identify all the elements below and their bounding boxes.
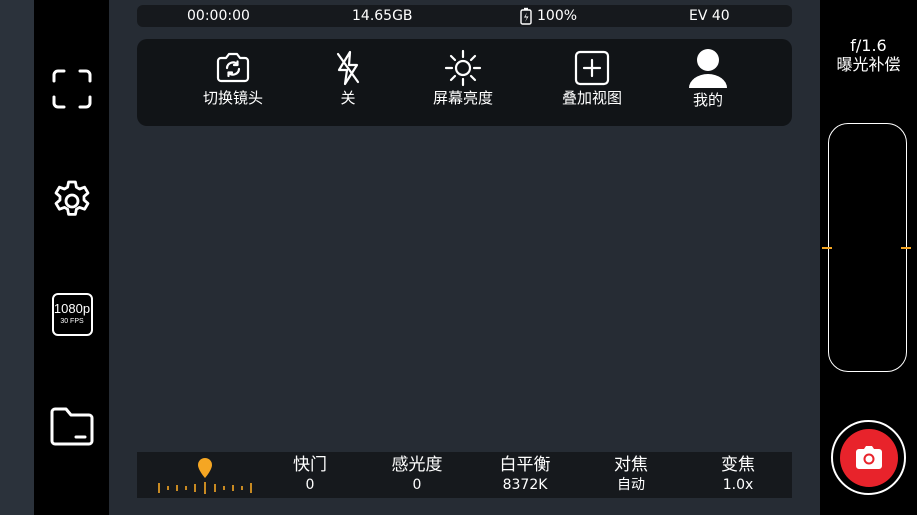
flash-off-icon: [336, 50, 360, 86]
aperture-block: f/1.6 曝光补偿: [820, 36, 917, 74]
zoom-value: 1.0x: [722, 477, 754, 493]
top-toolbar: 切换镜头 关 屏幕亮度 叠加视图 我的: [137, 39, 792, 126]
iso-label: 感光度: [391, 455, 443, 475]
shutter-speed-value: 0: [305, 477, 315, 493]
screen-brightness-button[interactable]: 屏幕亮度: [418, 47, 508, 117]
settings-button[interactable]: [46, 175, 98, 227]
brightness-icon: [444, 49, 482, 87]
resolution-button[interactable]: 1080p 30 FPS: [46, 288, 98, 340]
shutter-speed-label: 快门: [293, 455, 327, 475]
white-balance-control[interactable]: 白平衡 8372K: [480, 454, 570, 494]
zoom-label: 变焦: [721, 455, 755, 475]
white-balance-label: 白平衡: [499, 455, 551, 475]
frame-icon: [52, 69, 92, 109]
zoom-control[interactable]: 变焦 1.0x: [693, 454, 783, 494]
storage-remaining: 14.65GB: [352, 8, 413, 24]
fullscreen-button[interactable]: [46, 63, 98, 115]
shutter-speed-control[interactable]: 快门 0: [265, 454, 355, 494]
camera-icon: [855, 445, 882, 469]
resolution-text: 1080p: [53, 300, 91, 316]
overlay-view-button[interactable]: 叠加视图: [547, 47, 637, 117]
scale-ticks: [158, 482, 252, 494]
left-sidebar: 1080p 30 FPS: [34, 0, 109, 515]
flash-label: 关: [340, 89, 356, 107]
profile-label: 我的: [692, 91, 723, 109]
recording-timer: 00:00:00: [187, 8, 250, 24]
focus-label: 对焦: [614, 455, 648, 475]
gear-icon: [54, 180, 90, 216]
status-bar: 00:00:00 14.65GB 100% EV 40: [137, 5, 792, 27]
bottom-controls: 快门 0 感光度 0 白平衡 8372K 对焦 自动 变焦 1.0x: [137, 452, 792, 498]
battery-icon: [520, 7, 532, 25]
resolution-badge: 1080p 30 FPS: [51, 292, 93, 336]
iso-value: 0: [412, 477, 422, 493]
aperture-value: f/1.6: [850, 36, 887, 55]
plus-square-icon: [574, 50, 610, 86]
capture-button-core: [839, 428, 898, 487]
exposure-marker-right: [901, 247, 911, 249]
white-balance-value: 8372K: [502, 477, 548, 493]
capture-button[interactable]: [831, 420, 906, 495]
user-icon: [689, 49, 727, 88]
flash-button[interactable]: 关: [303, 47, 393, 117]
focus-value: 自动: [617, 477, 645, 493]
ev-readout: EV 40: [689, 8, 730, 24]
folder-icon: [50, 407, 94, 446]
left-edge-panel: [0, 0, 34, 515]
overlay-view-label: 叠加视图: [561, 89, 622, 107]
location-scale[interactable]: [157, 456, 253, 496]
exposure-marker-left: [822, 247, 832, 249]
fps-text: 30 FPS: [60, 317, 84, 325]
iso-control[interactable]: 感光度 0: [372, 454, 462, 494]
gallery-button[interactable]: [46, 400, 98, 452]
profile-button[interactable]: 我的: [663, 47, 753, 117]
brightness-label: 屏幕亮度: [432, 89, 493, 107]
exposure-slider[interactable]: [828, 123, 907, 372]
focus-control[interactable]: 对焦 自动: [586, 454, 676, 494]
location-pin-icon: [198, 458, 212, 478]
switch-camera-label: 切换镜头: [202, 89, 263, 107]
exposure-comp-label: 曝光补偿: [836, 55, 901, 74]
camera-switch-icon: [216, 52, 250, 83]
switch-camera-button[interactable]: 切换镜头: [188, 47, 278, 117]
battery-level: 100%: [537, 8, 578, 24]
